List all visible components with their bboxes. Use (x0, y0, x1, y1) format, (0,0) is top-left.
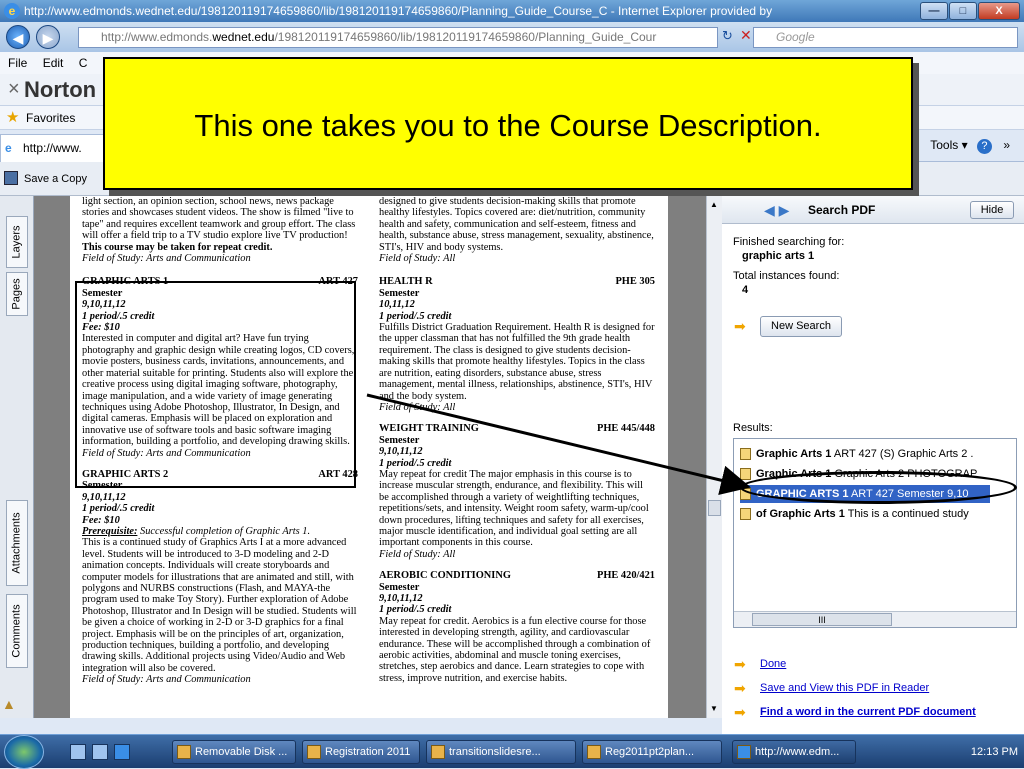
taskbar-label: http://www.edm... (755, 746, 840, 758)
start-button[interactable] (4, 735, 44, 769)
ppt-icon (307, 745, 321, 759)
ppt-icon (431, 745, 445, 759)
ppt-icon (587, 745, 601, 759)
taskbar-item[interactable]: transitionslidesre... (426, 740, 576, 764)
taskbar-label: transitionslidesre... (449, 746, 541, 758)
drive-icon (177, 745, 191, 759)
switch-windows-icon[interactable] (92, 744, 108, 760)
taskbar-label: Reg2011pt2plan... (605, 746, 695, 758)
taskbar-label: Removable Disk ... (195, 746, 288, 758)
taskbar-item-active[interactable]: http://www.edm... (732, 740, 856, 764)
taskbar: Removable Disk ... Registration 2011 tra… (0, 734, 1024, 769)
taskbar-item[interactable]: Registration 2011 (302, 740, 420, 764)
taskbar-item[interactable]: Reg2011pt2plan... (582, 740, 722, 764)
ie-icon (737, 745, 751, 759)
taskbar-item[interactable]: Removable Disk ... (172, 740, 296, 764)
pointer-arrow (366, 393, 751, 495)
highlight-ellipse (740, 471, 1017, 504)
ie-quicklaunch-icon[interactable] (114, 744, 130, 760)
callout-box: This one takes you to the Course Descrip… (103, 57, 913, 190)
show-desktop-icon[interactable] (70, 744, 86, 760)
system-clock[interactable]: 12:13 PM (971, 735, 1018, 769)
taskbar-label: Registration 2011 (325, 746, 411, 758)
